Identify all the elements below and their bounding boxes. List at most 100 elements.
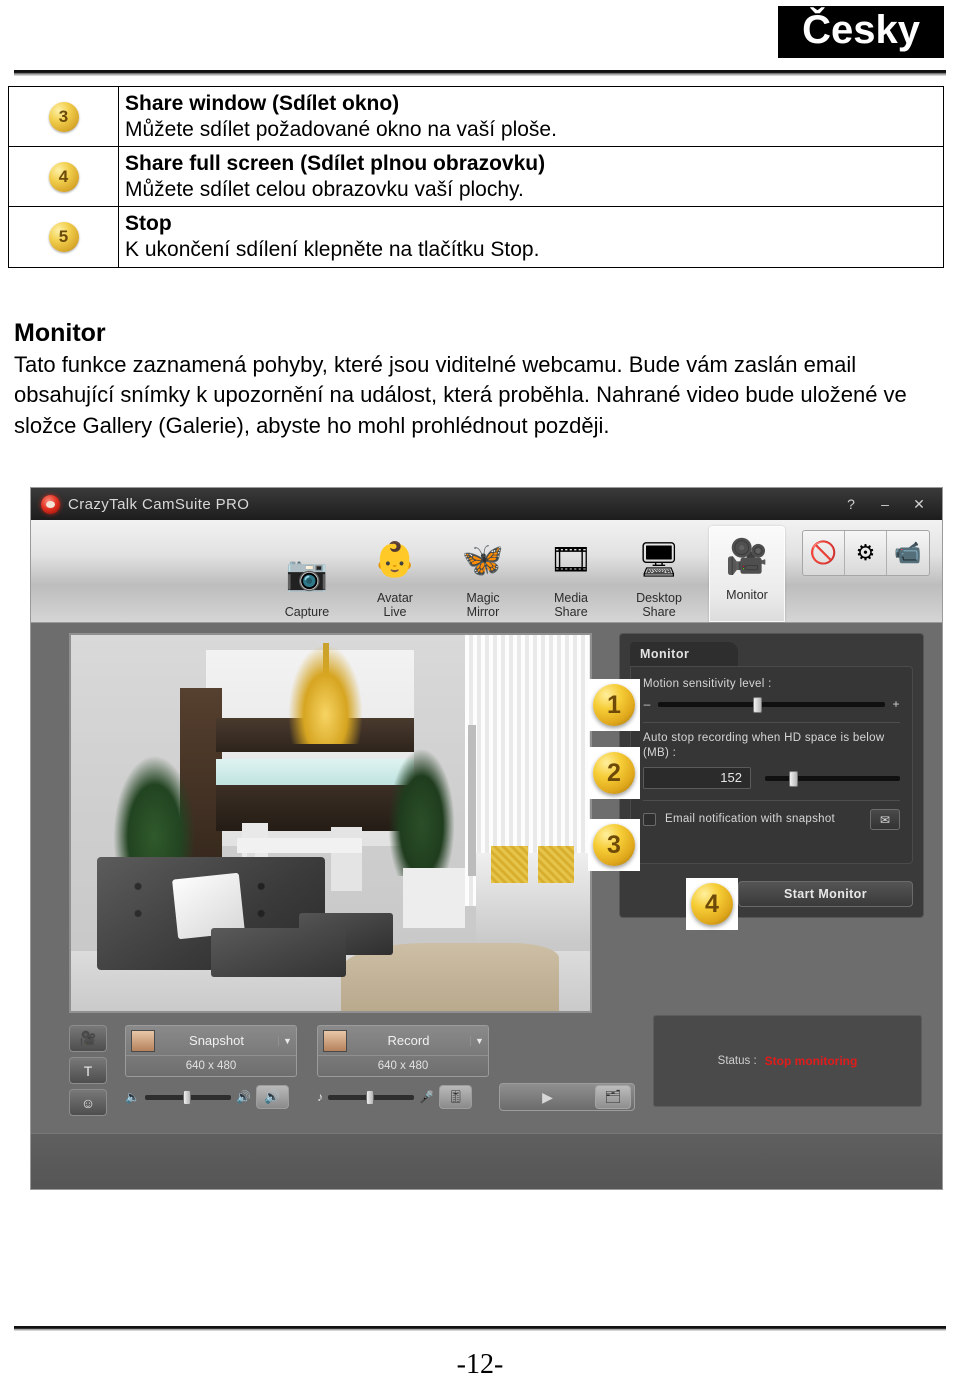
speaker-mute-button[interactable]: 🔊 [255,1085,289,1109]
app-title: CrazyTalk CamSuite PRO [68,495,250,513]
envelope-icon[interactable]: ✉ [870,809,900,831]
chevron-down-icon[interactable]: ▼ [278,1035,296,1046]
tab-monitor[interactable]: 🎥 Monitor [709,526,785,622]
microphone-volume-knob[interactable] [365,1089,374,1105]
snapshot-button[interactable]: Snapshot [155,1033,278,1048]
header-divider [14,70,946,76]
hd-space-input[interactable]: 152 [643,767,751,790]
section-paragraph: Tato funkce zaznamená pohyby, které jsou… [14,352,907,438]
speaker-high-icon: 🔊 [235,1090,251,1104]
feature-table: 3 Share window (Sdílet okno) Můžete sdíl… [8,85,944,268]
callout-4: 4 [686,878,738,930]
camera-icon: 📷 [285,555,329,593]
row-text-cell: Share full screen (Sdílet plnou obrazovk… [118,146,944,208]
tab-desktop-share-label-2: Share [642,605,676,619]
minimize-button[interactable]: – [878,496,892,512]
chevron-down-icon[interactable]: ▼ [470,1035,488,1046]
window-controls: ? – ✕ [844,496,932,513]
tab-desktop-share[interactable]: 🖥 Desktop Share [621,529,697,622]
panel-divider-1 [643,722,900,724]
tab-avatar-live[interactable]: 👶 Avatar Live [357,529,433,622]
text-overlay-button[interactable]: T [69,1057,107,1084]
tab-monitor-label: Monitor [726,588,768,602]
playback-controls: ▶ 🗂 [499,1083,635,1111]
bottom-control-bar: 🎥 T ☺ Snapshot ▼ 640 x 480 Record ▼ 640 [69,1015,922,1119]
webcam-preview[interactable] [69,633,592,1013]
hd-space-label: Auto stop recording when HD space is bel… [643,732,885,759]
language-badge: Česky [778,6,944,58]
callout-3-badge: 3 [593,824,635,866]
play-icon[interactable]: ▶ [500,1089,595,1106]
audio-settings-button[interactable]: 🎚 [438,1085,472,1109]
row-badge-cell: 3 [8,85,119,148]
record-button[interactable]: Record [347,1033,470,1048]
preview-plant-right [387,747,456,876]
microphone-icon: 🎤 [419,1090,434,1104]
callout-2: 2 [588,747,640,799]
status-label: Status : [717,1055,757,1067]
motion-sensitivity-track[interactable] [658,696,885,713]
monitor-panel-tab[interactable]: Monitor [630,642,738,666]
hd-space-row: 152 [643,767,900,790]
record-row[interactable]: Record ▼ [318,1026,488,1056]
tab-avatar-live-label-2: Live [383,605,407,619]
close-button[interactable]: ✕ [912,496,926,513]
camera-select-button[interactable]: 📹 [887,531,929,575]
tab-magic-mirror-label-1: Magic [466,591,500,605]
feature-description: K ukončení sdílení klepněte na tlačítku … [125,238,540,262]
callout-4-badge: 4 [691,883,733,925]
snapshot-group: Snapshot ▼ 640 x 480 [125,1025,297,1077]
motion-sensitivity-knob[interactable] [753,696,763,713]
webcam-icon: 🎥 [725,538,769,576]
settings-button[interactable]: ⚙ [845,531,887,575]
tab-desktop-share-label-1: Desktop [636,591,682,605]
speaker-volume-knob[interactable] [182,1089,191,1105]
help-button[interactable]: ? [844,496,858,512]
tab-capture[interactable]: 📷 Capture [269,543,345,622]
tab-media-share[interactable]: 🎞 Media Share [533,529,609,622]
video-source-button[interactable]: 🎥 [69,1025,107,1052]
toolbar-right-buttons: 🚫 ⚙ 📹 [802,530,930,576]
application-screenshot: CrazyTalk CamSuite PRO ? – ✕ 📷 Capture 👶… [30,487,943,1190]
preview-chair-b [330,826,362,891]
hd-space-knob[interactable] [789,770,799,787]
microphone-volume-track[interactable] [328,1089,414,1105]
step-badge: 3 [48,101,79,132]
snapshot-row[interactable]: Snapshot ▼ [126,1026,296,1056]
app-titlebar: CrazyTalk CamSuite PRO ? – ✕ [31,488,942,520]
disable-webcam-button[interactable]: 🚫 [803,531,845,575]
email-notification-row[interactable]: Email notification with snapshot ✉ [643,809,900,831]
tab-media-share-label-2: Share [554,605,588,619]
table-row: 5 Stop K ukončení sdílení klepněte na tl… [8,206,944,268]
feature-title: Share full screen (Sdílet plnou obrazovk… [125,152,546,176]
monitor-panel-body: Motion sensitivity level : – + Auto stop… [630,666,913,864]
gallery-icon[interactable]: 🗂 [595,1085,631,1109]
tab-capture-label: Capture [284,605,330,619]
step-badge: 4 [48,161,79,192]
mask-icon: 🦋 [461,541,505,579]
status-area: Status : Stop monitoring [653,1015,922,1107]
speaker-volume-slider[interactable]: 🔈 🔊 🔊 [125,1085,289,1109]
monitor-icon: 🖥 [637,541,681,579]
preview-ottoman-1 [211,928,347,978]
row-text-cell: Stop K ukončení sdílení klepněte na tlač… [118,206,944,268]
emoticon-button[interactable]: ☺ [69,1089,107,1116]
email-notification-checkbox[interactable] [643,813,656,827]
tab-magic-mirror[interactable]: 🦋 Magic Mirror [445,529,521,622]
film-reel-icon: 🎞 [549,541,593,579]
microphone-volume-slider[interactable]: ♪ 🎤 🎚 [317,1085,472,1109]
app-toolbar: 📷 Capture 👶 Avatar Live 🦋 Magic Mirror 🎞… [31,520,942,623]
avatar-face-icon: 👶 [373,541,417,579]
hd-space-track[interactable] [765,770,900,787]
snapshot-resolution: 640 x 480 [185,1060,237,1072]
speaker-volume-track[interactable] [144,1089,231,1105]
start-monitor-button[interactable]: Start Monitor [738,881,913,907]
tab-avatar-live-label-1: Avatar [377,591,413,605]
speaker-low-icon: 🔈 [125,1090,140,1104]
table-row: 3 Share window (Sdílet okno) Můžete sdíl… [8,85,944,148]
panel-divider-2 [643,800,900,802]
motion-sensitivity-slider[interactable]: – + [643,696,900,713]
preview-floor-lamp [467,725,476,876]
preview-cushion-1 [491,845,528,884]
face-thumbnail-icon [323,1029,347,1052]
